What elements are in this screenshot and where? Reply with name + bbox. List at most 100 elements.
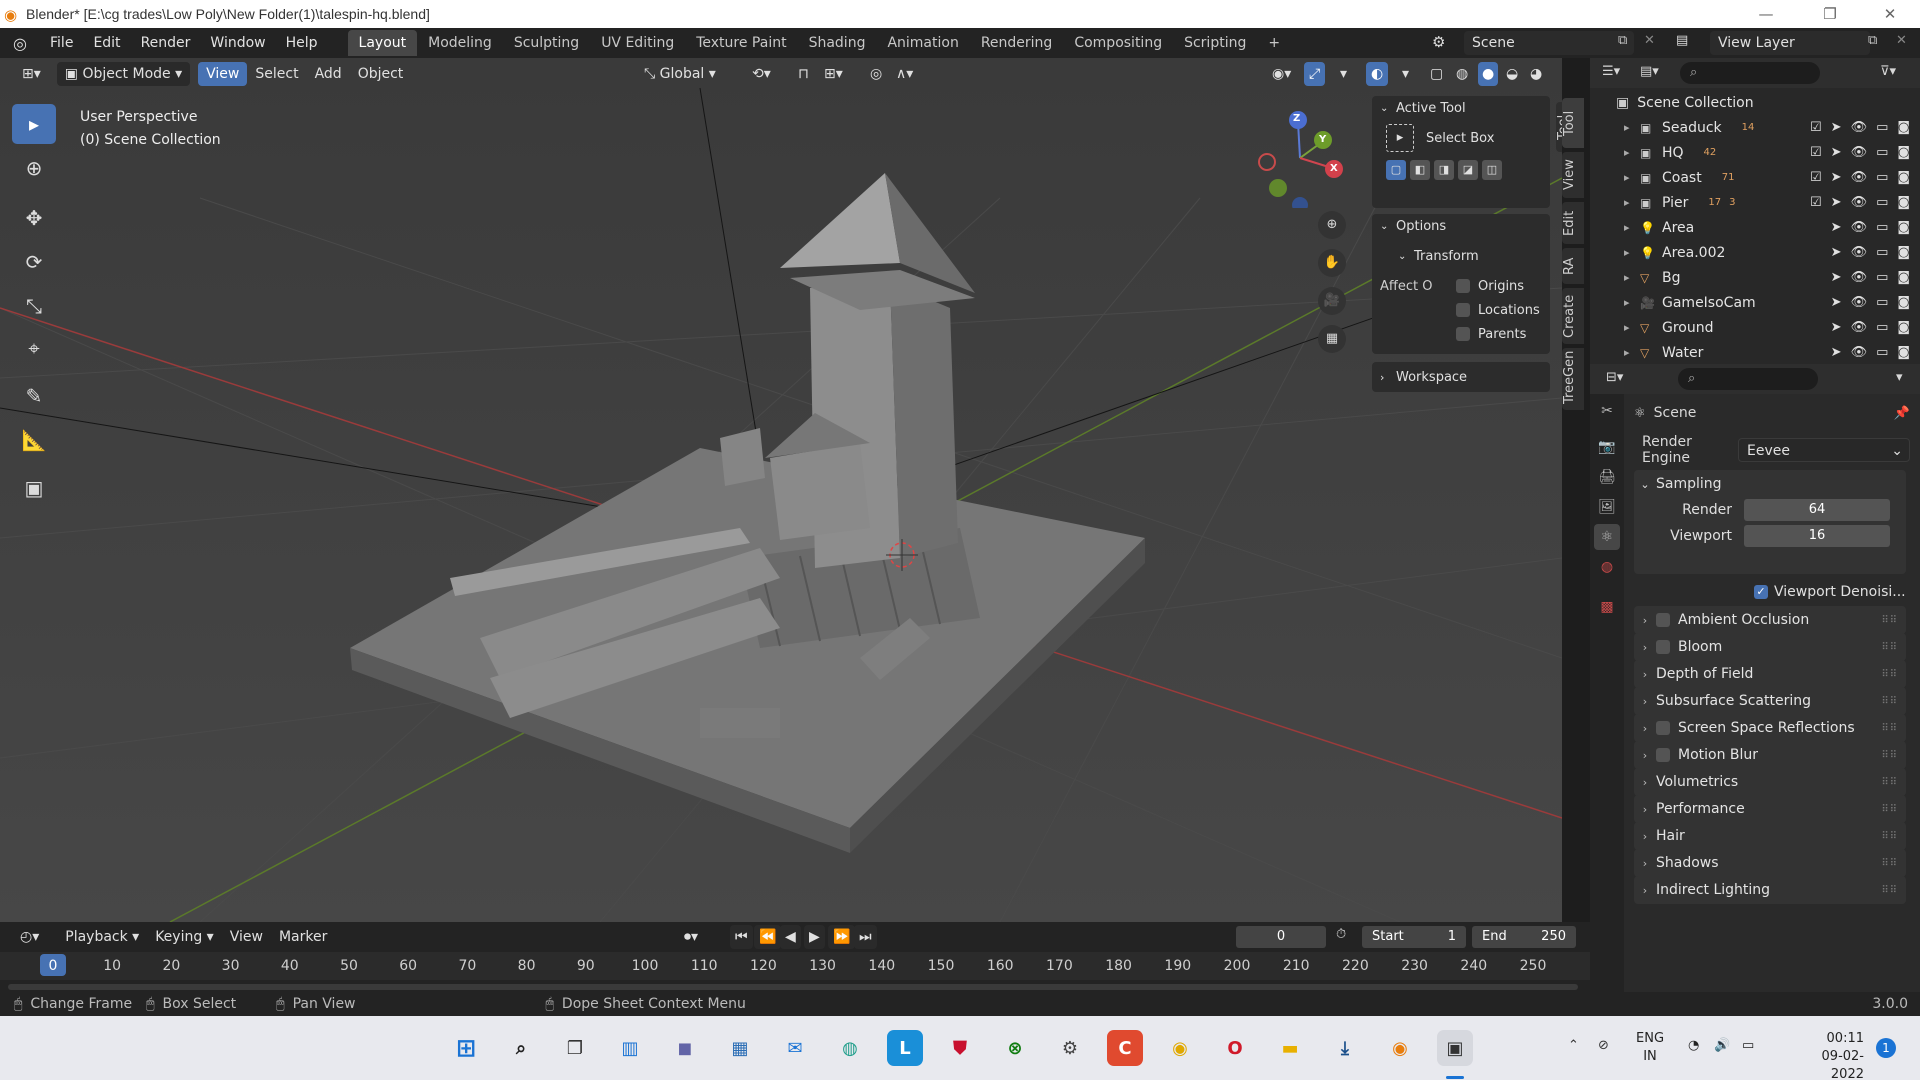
menu-file[interactable]: File (40, 30, 83, 56)
tab-rendering[interactable]: Rendering (970, 30, 1064, 56)
eye-icon[interactable]: 👁 (1851, 145, 1868, 160)
parents-checkbox[interactable] (1456, 327, 1470, 341)
options-dropdown-icon[interactable]: ▾ (1896, 370, 1903, 385)
transform-subheader[interactable]: ⌄ Transform (1372, 244, 1550, 268)
new-view-layer-icon[interactable]: ⧉ (1868, 33, 1877, 48)
outliner-item[interactable]: ▸ ▣ Pier 17 3 ☑ ➤ 👁 ▭ ◙ (1590, 190, 1920, 215)
gizmo-toggle-icon[interactable]: ⤢ (1304, 62, 1326, 86)
viewport-monitor-icon[interactable]: ▭ (1876, 345, 1888, 360)
viewport-monitor-icon[interactable]: ▭ (1876, 270, 1888, 285)
sampling-header[interactable]: ⌄ Sampling (1634, 470, 1906, 498)
record-keyframe-icon[interactable]: ⏺▾ (676, 925, 706, 949)
editor-type-icon[interactable]: ⊞▾ (14, 62, 49, 86)
sidebar-tab-view[interactable]: View (1562, 152, 1584, 198)
outliner-item[interactable]: ▸ ▣ Seaduck 14 ☑ ➤ 👁 ▭ ◙ (1590, 115, 1920, 140)
drag-grip-icon[interactable]: ⠿⠿ (1881, 723, 1898, 734)
gizmo-dropdown-icon[interactable]: ▾ (1332, 62, 1355, 86)
locations-checkbox[interactable] (1456, 303, 1470, 317)
maximize-button[interactable]: ❐ (1802, 0, 1858, 28)
tab-layout[interactable]: Layout (347, 30, 418, 56)
menu-timeline-view[interactable]: View (222, 925, 271, 949)
panel-enable-checkbox[interactable] (1656, 748, 1670, 762)
pan-hand-icon[interactable]: ✋ (1318, 249, 1346, 277)
filter-icon[interactable]: ⊽▾ (1880, 64, 1896, 79)
file-explorer-icon[interactable]: ▬ (1272, 1030, 1308, 1066)
measure-tool[interactable]: 📐 (12, 420, 56, 460)
transform-tool[interactable]: ⌖ (12, 328, 56, 368)
properties-editor-type-icon[interactable]: ⊟▾ (1606, 370, 1623, 385)
wireframe-shading-icon[interactable]: ◍ (1452, 62, 1472, 86)
collapsed-panel[interactable]: › Shadows ⠿⠿ (1634, 849, 1906, 877)
play-button[interactable]: ▶ (804, 925, 825, 949)
eye-icon[interactable]: 👁 (1851, 220, 1868, 235)
tool-properties-tab-icon[interactable]: ✂ (1594, 398, 1620, 424)
annotate-tool[interactable]: ✎ (12, 376, 56, 416)
scale-tool[interactable]: ⤡ (12, 286, 56, 326)
scene-name-field[interactable]: Scene (1464, 31, 1634, 55)
expand-arrow-icon[interactable]: ▸ (1624, 171, 1640, 184)
sidebar-tab-edit[interactable]: Edit (1562, 202, 1584, 244)
expand-arrow-icon[interactable]: ▸ (1624, 146, 1640, 159)
expand-arrow-icon[interactable]: ▸ (1624, 346, 1640, 359)
camera-view-icon[interactable]: 🎥 (1318, 287, 1346, 315)
teams-chat-icon[interactable]: ◼ (667, 1030, 703, 1066)
overlays-dropdown-icon[interactable]: ▾ (1394, 62, 1417, 86)
wifi-icon[interactable]: ◔ (1688, 1038, 1699, 1053)
photos-icon[interactable]: ▦ (722, 1030, 758, 1066)
sidebar-tab-tool[interactable]: Tool (1562, 98, 1584, 148)
search-icon[interactable]: ⌕ (503, 1030, 539, 1066)
jump-keyframe-forward-button[interactable]: ⏩ (828, 925, 856, 949)
widgets-icon[interactable]: ▥ (612, 1030, 648, 1066)
drag-grip-icon[interactable]: ⠿⠿ (1881, 669, 1898, 680)
menu-help[interactable]: Help (276, 30, 328, 56)
menu-playback[interactable]: Playback ▾ (57, 925, 147, 949)
download-app-icon[interactable]: ⤓ (1327, 1030, 1363, 1066)
outliner-item[interactable]: ▸ ▣ HQ 42 ☑ ➤ 👁 ▭ ◙ (1590, 140, 1920, 165)
selectable-arrow-icon[interactable]: ➤ (1831, 245, 1842, 260)
battery-icon[interactable]: ▭ (1742, 1038, 1754, 1053)
collapsed-panel[interactable]: › Performance ⠿⠿ (1634, 795, 1906, 823)
panel-enable-checkbox[interactable] (1656, 640, 1670, 654)
render-camera-icon[interactable]: ◙ (1897, 295, 1910, 310)
outliner-item[interactable]: ▸ ▽ Bg ➤ 👁 ▭ ◙ (1590, 265, 1920, 290)
scene-properties-tab-icon[interactable]: ⚛ (1594, 524, 1620, 550)
render-camera-icon[interactable]: ◙ (1897, 120, 1910, 135)
eye-icon[interactable]: 👁 (1851, 345, 1868, 360)
tab-texture-paint[interactable]: Texture Paint (685, 30, 797, 56)
selectable-arrow-icon[interactable]: ➤ (1831, 120, 1842, 135)
collapsed-panel[interactable]: › Motion Blur ⠿⠿ (1634, 741, 1906, 769)
close-button[interactable]: ✕ (1862, 0, 1918, 28)
menu-marker[interactable]: Marker (271, 925, 335, 949)
sidebar-tab-treegen[interactable]: TreeGen (1562, 348, 1584, 410)
render-camera-icon[interactable]: ◙ (1897, 245, 1910, 260)
expand-arrow-icon[interactable]: ▸ (1624, 196, 1640, 209)
overlays-toggle-icon[interactable]: ◐ (1366, 62, 1389, 86)
expand-arrow-icon[interactable]: ▸ (1624, 296, 1640, 309)
delete-scene-icon[interactable]: ✕ (1644, 33, 1655, 48)
red-app-icon[interactable]: C (1107, 1030, 1143, 1066)
drag-grip-icon[interactable]: ⠿⠿ (1881, 750, 1898, 761)
exclude-checkbox-icon[interactable]: ☑ (1810, 145, 1822, 160)
edge-browser-icon[interactable]: ◍ (832, 1030, 868, 1066)
outliner-item[interactable]: ▸ ▣ Coast 71 ☑ ➤ 👁 ▭ ◙ (1590, 165, 1920, 190)
mode-subtract-icon[interactable]: ◨ (1434, 160, 1454, 180)
opera-icon[interactable]: O (1217, 1030, 1253, 1066)
visibility-icon[interactable]: ◉▾ (1264, 62, 1299, 86)
properties-search-field[interactable]: ⌕ (1678, 368, 1818, 390)
render-camera-icon[interactable]: ◙ (1897, 220, 1910, 235)
blender-menu-icon[interactable]: ◎ (0, 34, 40, 53)
render-engine-dropdown[interactable]: Eevee ⌄ (1738, 438, 1910, 462)
eye-icon[interactable]: 👁 (1851, 270, 1868, 285)
origins-checkbox[interactable] (1456, 279, 1470, 293)
menu-render[interactable]: Render (131, 30, 201, 56)
select-box-tool[interactable]: ▸ (12, 104, 56, 144)
viewport-monitor-icon[interactable]: ▭ (1876, 120, 1888, 135)
collapsed-panel[interactable]: › Subsurface Scattering ⠿⠿ (1634, 687, 1906, 715)
exclude-checkbox-icon[interactable]: ☑ (1810, 170, 1822, 185)
menu-window[interactable]: Window (200, 30, 275, 56)
affect-origins-row[interactable]: Affect O Origins (1372, 274, 1550, 298)
drag-grip-icon[interactable]: ⠿⠿ (1881, 642, 1898, 653)
clock[interactable]: 00:11 09-02-2022 (1790, 1030, 1864, 1080)
outliner-item[interactable]: ▸ 🎥 GameIsoCam ➤ 👁 ▭ ◙ (1590, 290, 1920, 315)
current-frame-field[interactable]: 0 (1236, 926, 1326, 948)
